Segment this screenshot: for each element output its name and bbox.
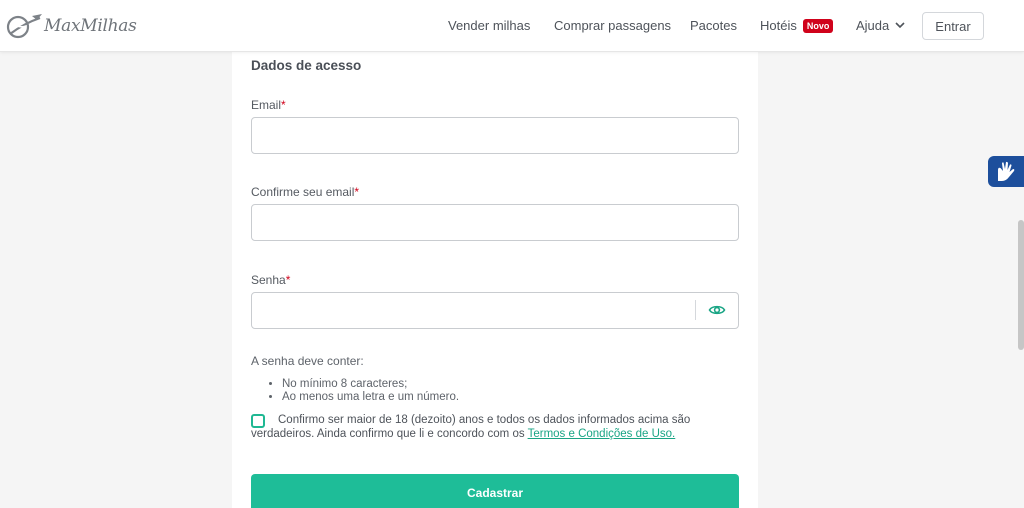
email-field[interactable]: [251, 117, 739, 154]
maxmilhas-logo[interactable]: MaxMilhas: [6, 12, 137, 40]
password-field[interactable]: [251, 292, 739, 329]
confirm-email-field[interactable]: [251, 204, 739, 241]
top-header: MaxMilhas Vender milhas Comprar passagen…: [0, 0, 1024, 52]
nav-hotels[interactable]: Hotéis Novo: [760, 18, 834, 33]
email-label: Email*: [251, 98, 286, 112]
sign-language-icon: [998, 161, 1015, 181]
terms-link[interactable]: Termos e Condições de Uso.: [528, 428, 676, 440]
login-button[interactable]: Entrar: [922, 12, 984, 40]
password-hint: A senha deve conter:: [251, 354, 364, 368]
section-title: Dados de acesso: [251, 58, 362, 73]
required-mark: *: [285, 273, 291, 287]
password-label: Senha*: [251, 273, 291, 287]
nav-packages[interactable]: Pacotes: [690, 18, 737, 33]
logo-text: MaxMilhas: [44, 16, 137, 36]
terms-text: Confirmo ser maior de 18 (dezoito) anos …: [251, 414, 691, 440]
nav-hotels-label: Hotéis: [760, 18, 797, 33]
nav-help-label: Ajuda: [856, 18, 890, 33]
password-rule: Ao menos uma letra e um número.: [282, 391, 459, 404]
password-rules: No mínimo 8 caracteres; Ao menos uma let…: [269, 378, 459, 404]
nav-buy-tickets[interactable]: Comprar passagens: [554, 18, 671, 33]
age-terms-checkbox[interactable]: [251, 414, 265, 428]
plane-logo-icon: [6, 14, 42, 39]
required-mark: *: [281, 98, 286, 112]
register-button[interactable]: Cadastrar: [251, 474, 739, 508]
nav-help[interactable]: Ajuda: [856, 18, 905, 33]
chevron-down-icon: [895, 22, 905, 29]
password-rule: No mínimo 8 caracteres;: [282, 378, 459, 391]
confirm-email-label: Confirme seu email*: [251, 185, 360, 199]
nav-sell-miles[interactable]: Vender milhas: [448, 18, 530, 33]
signup-form: Dados de acesso Email* Confirme seu emai…: [232, 52, 758, 508]
new-badge: Novo: [802, 19, 834, 33]
required-mark: *: [354, 185, 360, 199]
accessibility-button[interactable]: [988, 156, 1024, 187]
eye-icon[interactable]: [708, 301, 726, 319]
page-scrollbar[interactable]: [1018, 220, 1024, 350]
password-divider: [695, 300, 696, 320]
